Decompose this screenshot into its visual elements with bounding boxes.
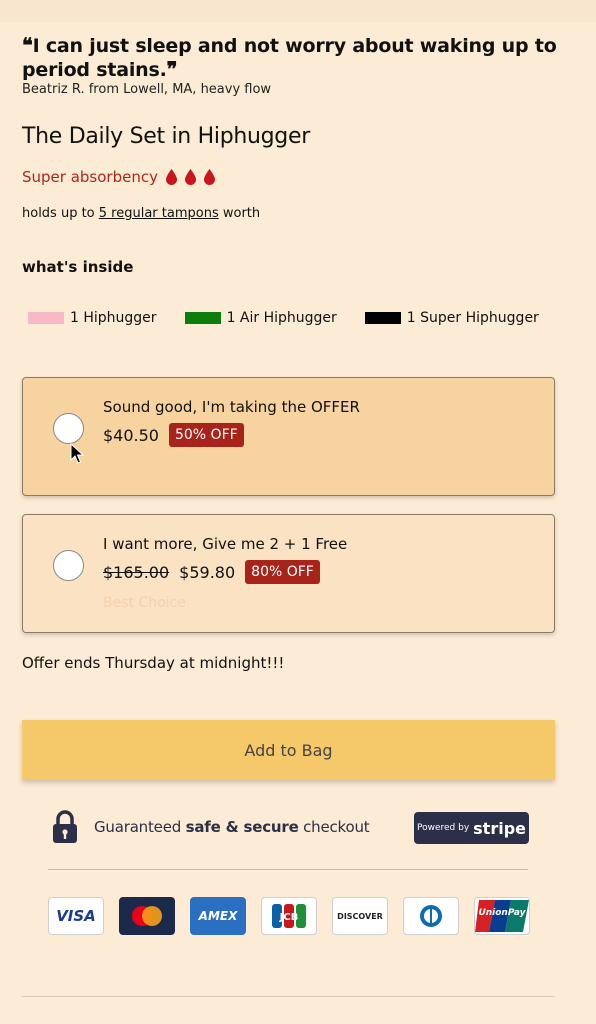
secure-checkout: Guaranteed safe & secure checkout	[52, 810, 370, 844]
powered-by-stripe-badge: Powered by stripe	[414, 812, 529, 844]
legend-item-super-hiphugger: 1 Super Hiphugger	[364, 310, 539, 326]
offer-ends-text: Offer ends Thursday at midnight!!!	[22, 654, 285, 672]
powered-by-text: Powered by	[416, 823, 470, 833]
holds-prefix: holds up to	[22, 206, 99, 221]
legend-item-air-hiphugger: 1 Air Hiphugger	[184, 310, 337, 326]
tampons-link[interactable]: 5 regular tampons	[99, 206, 219, 221]
original-price: $165.00	[103, 562, 170, 582]
offer-option-single[interactable]: Sound good, I'm taking the OFFER $40.50 …	[22, 377, 555, 496]
offer-price: $59.80	[179, 562, 236, 582]
secure-text: Guaranteed safe & secure checkout	[94, 818, 370, 836]
holds-suffix: worth	[218, 206, 261, 221]
lock-icon	[53, 810, 77, 843]
diners-logo-icon	[420, 905, 442, 927]
testimonial-quote: ❝I can just sleep and not worry about wa…	[22, 34, 562, 82]
discover-icon: DISCOVER	[332, 897, 388, 935]
offer-price: $40.50	[103, 425, 159, 445]
amex-icon: AMEX	[190, 897, 246, 935]
secure-suffix: checkout	[298, 818, 370, 836]
offer-radio-single[interactable]	[53, 413, 84, 444]
legend-label: 1 Hiphugger	[70, 310, 157, 326]
top-strip	[0, 0, 596, 22]
close-quote-icon: ❞	[166, 57, 178, 81]
mastercard-icon	[119, 897, 175, 935]
add-to-bag-button[interactable]: Add to Bag	[22, 720, 555, 780]
absorbency-rating: Super absorbency	[22, 168, 215, 186]
product-title: The Daily Set in Hiphugger	[22, 124, 310, 149]
offer-label: Sound good, I'm taking the OFFER	[103, 398, 360, 416]
mouse-cursor-icon	[70, 443, 84, 464]
unionpay-text: UnionPay	[478, 908, 526, 918]
unionpay-icon: UnionPay	[474, 897, 530, 935]
offer-option-bundle[interactable]: I want more, Give me 2 + 1 Free $165.00 …	[22, 514, 555, 633]
testimonial-author: Beatriz R. from Lowell, MA, heavy flow	[22, 82, 272, 97]
payment-methods: VISA AMEX JCB DISCOVER UnionPay	[48, 897, 530, 935]
unionpay-logo-icon: UnionPay	[475, 900, 529, 932]
diners-club-icon	[403, 897, 459, 935]
legend-label: 1 Super Hiphugger	[406, 310, 539, 326]
secure-prefix: Guaranteed	[94, 818, 186, 836]
jcb-logo-icon: JCB	[272, 904, 306, 928]
legend-label: 1 Air Hiphugger	[226, 310, 337, 326]
offer-label: I want more, Give me 2 + 1 Free	[103, 535, 348, 553]
absorbency-drops	[165, 169, 215, 185]
best-choice-note: Best Choice	[103, 595, 186, 611]
discount-badge: 50% OFF	[168, 423, 244, 447]
whats-inside-title: what's inside	[22, 258, 134, 276]
drop-icon	[184, 169, 196, 185]
absorbency-label: Super absorbency	[22, 168, 158, 186]
offer-prices: $165.00 $59.80 80% OFF	[103, 560, 320, 584]
black-swatch	[364, 312, 401, 324]
holds-description: holds up to 5 regular tampons worth	[22, 206, 260, 221]
bottom-divider	[22, 996, 555, 997]
stripe-logo: stripe	[473, 818, 527, 838]
discount-badge: 80% OFF	[245, 560, 320, 584]
quote-text: I can just sleep and not worry about wak…	[22, 35, 557, 81]
jcb-text: JCB	[279, 912, 299, 923]
open-quote-icon: ❝	[22, 33, 33, 57]
offer-prices: $40.50 50% OFF	[103, 423, 244, 447]
green-swatch	[184, 312, 221, 324]
whats-inside-legend: 1 Hiphugger 1 Air Hiphugger 1 Super Hiph…	[28, 310, 567, 326]
drop-icon	[203, 169, 215, 185]
drop-icon	[165, 169, 177, 185]
jcb-icon: JCB	[261, 897, 317, 935]
pink-swatch	[28, 312, 64, 324]
legend-item-hiphugger: 1 Hiphugger	[28, 310, 157, 326]
offer-radio-bundle[interactable]	[53, 550, 84, 581]
divider	[48, 869, 528, 870]
secure-bold: safe & secure	[185, 818, 299, 836]
mastercard-circles-icon	[132, 906, 162, 926]
visa-icon: VISA	[48, 897, 104, 935]
